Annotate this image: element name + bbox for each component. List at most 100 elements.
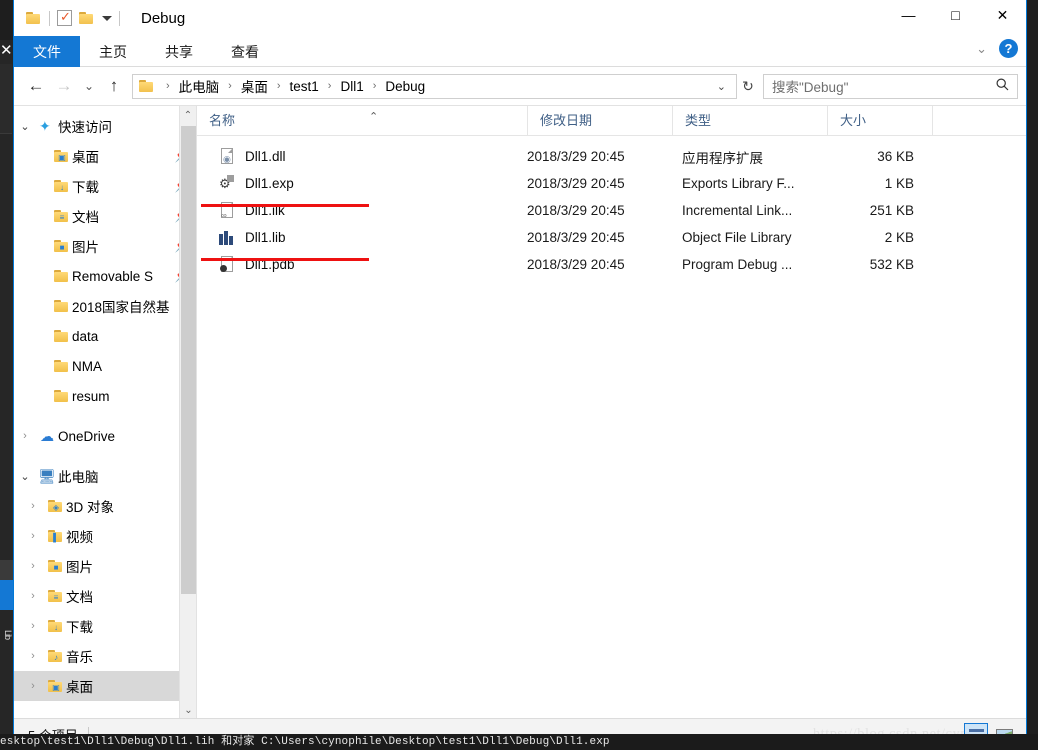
chevron-right-icon[interactable]: › [22, 500, 44, 512]
file-name-cell[interactable]: ◉ Dll1.dll [197, 148, 527, 165]
file-list-pane[interactable]: 名称 ⌃ 修改日期 类型 大小 ◉ Dll1.dll 2018/3/29 20: [196, 105, 1026, 718]
tab-view[interactable]: 查看 [212, 36, 278, 67]
forward-button[interactable]: → [50, 72, 78, 100]
back-button[interactable]: ← [22, 72, 50, 100]
sidebar-item-music[interactable]: › ♪ 音乐 [14, 641, 196, 671]
breadcrumb-sep-0: › [166, 80, 170, 92]
search-box[interactable]: 搜索"Debug" [763, 73, 1018, 99]
table-row[interactable]: ◉ Dll1.dll 2018/3/29 20:45 应用程序扩展 36 KB [197, 143, 1026, 170]
refresh-icon[interactable]: ↻ [737, 78, 759, 95]
table-row[interactable]: Dll1.lib 2018/3/29 20:45 Object File Lib… [197, 224, 1026, 251]
column-header-type[interactable]: 类型 [672, 105, 827, 136]
chevron-right-icon[interactable]: › [22, 560, 44, 572]
sidebar-item-onedrive[interactable]: › ☁ OneDrive [14, 421, 196, 451]
sidebar-item-documents-pc[interactable]: › ≡ 文档 [14, 581, 196, 611]
scroll-down-icon[interactable]: ⌄ [180, 701, 196, 718]
maximize-button[interactable]: □ [932, 0, 979, 30]
search-input[interactable]: 搜索"Debug" [772, 76, 996, 96]
minimize-button[interactable]: — [885, 0, 932, 30]
chevron-down-icon[interactable]: ⌄ [14, 470, 36, 483]
sidebar-item-label: 下载 [66, 620, 93, 635]
file-rows: ◉ Dll1.dll 2018/3/29 20:45 应用程序扩展 36 KB … [197, 136, 1026, 278]
chevron-right-icon[interactable]: › [22, 530, 44, 542]
red-underline-exp [201, 204, 369, 207]
file-type-cell: Incremental Link... [682, 203, 793, 218]
file-size-cell: 1 KB [884, 176, 914, 191]
breadcrumb-item-0[interactable]: 此电脑 [177, 76, 222, 96]
table-row[interactable]: ⚙ Dll1.exp 2018/3/29 20:45 Exports Libra… [197, 170, 1026, 197]
sidebar-item-removable[interactable]: Removable S 📌 [14, 261, 196, 291]
breadcrumb-item-1[interactable]: 桌面 [239, 76, 270, 96]
sidebar-item-quick-access[interactable]: ⌄ ✦ 快速访问 [14, 111, 196, 141]
sidebar-item-nsfc2018[interactable]: 2018国家自然基 [14, 291, 196, 321]
chevron-right-icon[interactable]: › [14, 430, 36, 442]
close-button[interactable]: ✕ [979, 0, 1026, 30]
tab-home[interactable]: 主页 [80, 36, 146, 67]
address-folder-icon [139, 79, 155, 93]
file-size-cell: 2 KB [884, 230, 914, 245]
sidebar-item-nma[interactable]: NMA [14, 351, 196, 381]
breadcrumb-item-4[interactable]: Debug [383, 79, 427, 94]
help-icon[interactable]: ? [999, 39, 1018, 58]
chevron-right-icon[interactable]: › [22, 590, 44, 602]
sidebar-scrollbar[interactable]: ⌃ ⌄ [179, 106, 196, 718]
breadcrumb: › 此电脑 › 桌面 › test1 › Dll1 › Debug [159, 76, 711, 96]
folder-icon[interactable] [26, 11, 42, 25]
address-input[interactable]: › 此电脑 › 桌面 › test1 › Dll1 › Debug ⌄ [132, 73, 737, 99]
sidebar-item-desktop[interactable]: ▣ 桌面 📌 [14, 141, 196, 171]
file-type-cell: Program Debug ... [682, 257, 793, 272]
sidebar-item-resum[interactable]: resum [14, 381, 196, 411]
table-row[interactable]: Dll1.pdb 2018/3/29 20:45 Program Debug .… [197, 251, 1026, 278]
sidebar-item-pictures-pc[interactable]: › ■ 图片 [14, 551, 196, 581]
new-folder-icon[interactable] [79, 11, 95, 25]
breadcrumb-item-2[interactable]: test1 [288, 79, 321, 94]
column-header-date[interactable]: 修改日期 [527, 105, 672, 136]
sidebar-item-desktop-pc[interactable]: › ▣ 桌面 [14, 671, 196, 701]
sidebar-item-videos[interactable]: › ▌ 视频 [14, 521, 196, 551]
column-header-size[interactable]: 大小 [827, 105, 932, 136]
file-explorer-window: Debug — □ ✕ 文件 主页 共享 查看 ⌄ ? ← → ⌄ ↑ [13, 0, 1027, 750]
search-icon[interactable] [996, 78, 1009, 94]
chevron-down-icon[interactable]: ⌄ [976, 41, 987, 57]
tab-file[interactable]: 文件 [14, 36, 80, 67]
window-controls: — □ ✕ [885, 0, 1026, 30]
table-row[interactable]: ∞ Dll1.ilk 2018/3/29 20:45 Incremental L… [197, 197, 1026, 224]
chevron-right-icon[interactable]: › [22, 680, 44, 692]
chevron-down-icon[interactable] [102, 15, 112, 21]
recent-locations-button[interactable]: ⌄ [78, 72, 100, 100]
chevron-down-icon[interactable]: ⌄ [14, 120, 36, 133]
sidebar-item-downloads-pc[interactable]: › ↓ 下载 [14, 611, 196, 641]
file-name-label: Dll1.lib [245, 230, 286, 245]
chevron-right-icon[interactable]: › [22, 650, 44, 662]
column-header-name[interactable]: 名称 ⌃ [197, 106, 527, 136]
up-button[interactable]: ↑ [100, 72, 128, 100]
sidebar-item-label: data [72, 328, 99, 344]
background-panel-a [0, 64, 12, 134]
dll-file-icon: ◉ [219, 148, 236, 165]
sidebar-item-data[interactable]: data [14, 321, 196, 351]
sidebar-item-pictures[interactable]: ■ 图片 📌 [14, 231, 196, 261]
file-name-cell[interactable]: Dll1.lib [197, 230, 527, 245]
ribbon-tabs: 文件 主页 共享 查看 ⌄ ? [14, 36, 1026, 67]
file-name-cell[interactable]: ⚙ Dll1.exp [197, 175, 527, 192]
scrollbar-thumb[interactable] [181, 126, 196, 594]
folder-icon [50, 299, 72, 313]
title-bar: Debug — □ ✕ [14, 0, 1026, 36]
sidebar-item-this-pc[interactable]: ⌄ 🖥 此电脑 [14, 461, 196, 491]
folder-pictures-icon: ■ [50, 239, 72, 253]
sidebar-item-label: 文档 [66, 590, 93, 605]
sidebar-item-documents[interactable]: ≡ 文档 📌 [14, 201, 196, 231]
folder-music-icon: ♪ [44, 649, 66, 663]
breadcrumb-sep-1: › [228, 80, 232, 92]
scroll-up-icon[interactable]: ⌃ [180, 106, 196, 124]
breadcrumb-item-3[interactable]: Dll1 [338, 79, 365, 94]
chevron-right-icon[interactable]: › [22, 620, 44, 632]
column-header-extra[interactable] [932, 105, 972, 136]
address-dropdown-icon[interactable]: ⌄ [711, 80, 732, 93]
properties-icon[interactable] [57, 9, 72, 26]
address-bar-row: ← → ⌄ ↑ › 此电脑 › 桌面 › test1 › Dll1 › Debu… [14, 67, 1026, 105]
sidebar-item-downloads[interactable]: ↓ 下载 📌 [14, 171, 196, 201]
folder-documents-icon: ≡ [50, 209, 72, 223]
tab-share[interactable]: 共享 [146, 36, 212, 67]
sidebar-item-3d-objects[interactable]: › ◈ 3D 对象 [14, 491, 196, 521]
